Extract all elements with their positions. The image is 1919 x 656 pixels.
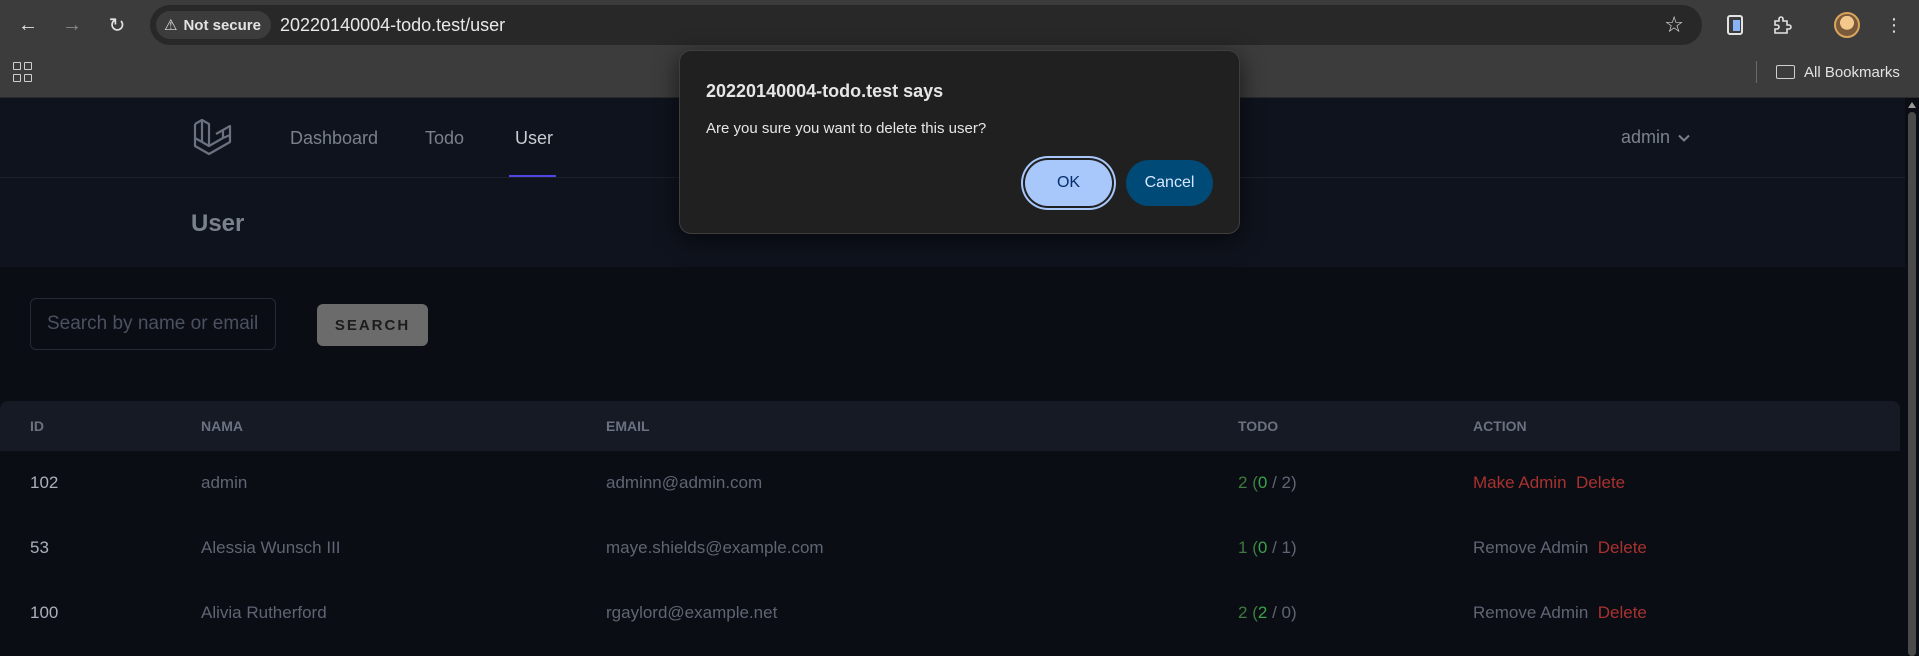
reload-icon[interactable]: ↻ bbox=[102, 10, 132, 40]
cell-todo: 1 (0 / 1) bbox=[1238, 538, 1297, 557]
cell-name: admin bbox=[201, 473, 248, 492]
table-row: 102 admin adminn@admin.com 2 (0 / 2) Mak… bbox=[0, 451, 1900, 516]
column-header-action: ACTION bbox=[1473, 418, 1527, 434]
all-bookmarks-label: All Bookmarks bbox=[1804, 63, 1900, 81]
confirm-dialog: 20220140004-todo.test says Are you sure … bbox=[679, 50, 1240, 234]
ok-button[interactable]: OK bbox=[1025, 160, 1112, 206]
delete-button[interactable]: Delete bbox=[1598, 603, 1647, 622]
back-arrow-icon[interactable]: ← bbox=[13, 10, 43, 40]
cell-name: Alivia Rutherford bbox=[201, 603, 327, 622]
users-table: ID NAMA EMAIL TODO ACTION 102 admin admi… bbox=[0, 401, 1900, 656]
remove-admin-button[interactable]: Remove Admin bbox=[1473, 538, 1588, 557]
cell-email: maye.shields@example.com bbox=[606, 538, 824, 557]
all-bookmarks-button[interactable]: All Bookmarks bbox=[1776, 60, 1900, 84]
page-scrollbar[interactable] bbox=[1905, 98, 1919, 656]
folder-icon bbox=[1776, 65, 1795, 79]
kebab-menu-icon[interactable]: ⋮ bbox=[1879, 10, 1909, 40]
user-menu-dropdown[interactable]: admin bbox=[1621, 127, 1690, 148]
star-icon[interactable]: ☆ bbox=[1664, 12, 1684, 38]
security-chip[interactable]: ⚠ Not secure bbox=[156, 11, 271, 39]
url-text[interactable]: 20220140004-todo.test/user bbox=[280, 15, 505, 36]
cell-action: Remove Admin Delete bbox=[1473, 603, 1647, 623]
table-row: 100 Alivia Rutherford rgaylord@example.n… bbox=[0, 581, 1900, 646]
cancel-button[interactable]: Cancel bbox=[1126, 160, 1213, 206]
side-panel-icon[interactable] bbox=[1721, 10, 1751, 40]
extensions-icon[interactable] bbox=[1767, 10, 1797, 40]
scroll-up-arrow-icon[interactable] bbox=[1908, 102, 1916, 108]
active-nav-indicator bbox=[509, 175, 556, 177]
nav-link-todo[interactable]: Todo bbox=[425, 128, 464, 149]
delete-button[interactable]: Delete bbox=[1576, 473, 1625, 492]
column-header-nama: NAMA bbox=[201, 418, 243, 434]
bookmarks-divider bbox=[1756, 61, 1757, 83]
table-header: ID NAMA EMAIL TODO ACTION bbox=[0, 401, 1900, 451]
column-header-todo: TODO bbox=[1238, 418, 1279, 434]
cell-email: adminn@admin.com bbox=[606, 473, 763, 492]
cell-email: rgaylord@example.net bbox=[606, 603, 778, 622]
cell-todo: 2 (2 / 0) bbox=[1238, 603, 1297, 622]
cell-action: Remove Admin Delete bbox=[1473, 538, 1647, 558]
chevron-down-icon bbox=[1678, 134, 1690, 142]
laravel-logo-icon[interactable] bbox=[192, 116, 234, 158]
search-input[interactable] bbox=[30, 298, 276, 350]
security-label: Not secure bbox=[183, 16, 261, 34]
search-button[interactable]: SEARCH bbox=[317, 304, 428, 346]
apps-grid-icon[interactable] bbox=[13, 62, 33, 82]
user-menu-label: admin bbox=[1621, 127, 1671, 147]
cell-id: 100 bbox=[30, 603, 59, 622]
table-row: 53 Alessia Wunsch III maye.shields@examp… bbox=[0, 516, 1900, 581]
dialog-message: Are you sure you want to delete this use… bbox=[706, 120, 987, 137]
cell-id: 102 bbox=[30, 473, 59, 492]
column-header-email: EMAIL bbox=[606, 418, 650, 434]
cell-action: Make Admin Delete bbox=[1473, 473, 1625, 493]
column-header-id: ID bbox=[30, 418, 44, 434]
cell-name: Alessia Wunsch III bbox=[201, 538, 341, 557]
scrollbar-thumb[interactable] bbox=[1908, 112, 1916, 656]
profile-avatar[interactable] bbox=[1834, 12, 1860, 38]
delete-button[interactable]: Delete bbox=[1598, 538, 1647, 557]
address-bar[interactable]: ⚠ Not secure 20220140004-todo.test/user … bbox=[150, 5, 1702, 45]
remove-admin-button[interactable]: Remove Admin bbox=[1473, 603, 1588, 622]
page-title: User bbox=[191, 210, 245, 237]
make-admin-button[interactable]: Make Admin bbox=[1473, 473, 1567, 492]
browser-toolbar: ← → ↻ ⚠ Not secure 20220140004-todo.test… bbox=[0, 0, 1919, 50]
warning-icon: ⚠ bbox=[164, 17, 178, 34]
dialog-title: 20220140004-todo.test says bbox=[706, 81, 944, 101]
forward-arrow-icon[interactable]: → bbox=[57, 10, 87, 40]
cell-id: 53 bbox=[30, 538, 49, 557]
nav-link-dashboard[interactable]: Dashboard bbox=[290, 128, 378, 149]
nav-link-user[interactable]: User bbox=[515, 128, 553, 149]
cell-todo: 2 (0 / 2) bbox=[1238, 473, 1297, 492]
